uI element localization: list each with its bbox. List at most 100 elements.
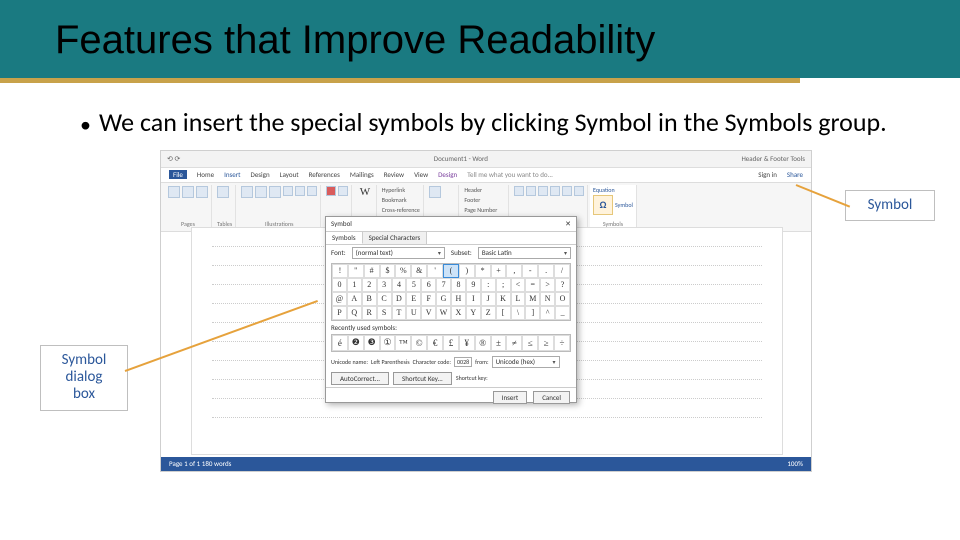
symbol-cell[interactable]: X [451,306,466,320]
symbol-cell[interactable]: R [362,306,377,320]
symbol-cell[interactable]: 2 [362,278,377,292]
online-pictures-icon[interactable] [255,186,267,198]
shapes-icon[interactable] [269,186,281,198]
symbol-cell[interactable]: 8 [451,278,466,292]
drop-cap-icon[interactable] [550,186,560,196]
symbol-cell[interactable]: 0 [332,278,347,292]
tab-hf-design[interactable]: Design [438,170,457,179]
tab-symbols-panel[interactable]: Symbols [326,232,363,244]
symbol-cell[interactable]: [ [496,306,511,320]
screenshot-icon[interactable] [307,186,317,196]
symbol-cell[interactable]: S [377,306,392,320]
symbol-cell[interactable]: H [451,292,466,306]
cancel-button[interactable]: Cancel [533,391,570,404]
symbol-cell[interactable]: < [511,278,526,292]
recent-symbol-cell[interactable]: ® [475,335,491,351]
recent-symbol-cell[interactable]: © [411,335,427,351]
status-zoom[interactable]: 100% [787,459,803,468]
symbol-cell[interactable]: % [395,264,411,278]
tab-home[interactable]: Home [197,170,214,179]
tell-me-search[interactable]: Tell me what you want to do... [467,170,748,179]
symbol-cell[interactable]: M [525,292,540,306]
symbol-cell[interactable]: D [392,292,407,306]
char-code-value[interactable]: 0028 [454,357,472,367]
symbol-cell[interactable]: N [540,292,555,306]
symbol-button-label[interactable]: Symbol [615,201,633,209]
tab-references[interactable]: References [309,170,340,179]
recent-symbol-cell[interactable]: £ [443,335,459,351]
symbol-cell[interactable]: / [554,264,570,278]
symbol-cell[interactable]: > [540,278,555,292]
symbol-cell[interactable]: 9 [466,278,481,292]
symbol-cell[interactable]: _ [555,306,570,320]
symbol-cell[interactable]: 5 [406,278,421,292]
tab-special-characters[interactable]: Special Characters [363,232,428,244]
symbol-cell[interactable]: P [332,306,347,320]
symbol-cell[interactable]: J [481,292,496,306]
symbol-cell[interactable]: A [347,292,362,306]
tab-insert[interactable]: Insert [224,170,240,179]
recent-symbol-cell[interactable]: ± [491,335,507,351]
tab-file[interactable]: File [169,170,187,179]
symbol-cell[interactable]: & [411,264,427,278]
header-button[interactable]: Header [464,186,505,194]
symbol-cell[interactable]: ) [459,264,475,278]
symbol-cell[interactable]: U [406,306,421,320]
autocorrect-button[interactable]: AutoCorrect... [331,372,389,385]
page-number-button[interactable]: Page Number [464,206,505,214]
symbol-cell[interactable]: I [466,292,481,306]
comment-icon[interactable] [429,186,441,198]
symbol-cell[interactable]: * [475,264,491,278]
recent-symbol-cell[interactable]: ¥ [459,335,475,351]
symbol-cell[interactable]: 7 [436,278,451,292]
symbol-cell[interactable]: . [538,264,554,278]
store-icon[interactable] [326,186,336,196]
smartart-icon[interactable] [283,186,293,196]
my-addins-icon[interactable] [338,186,348,196]
close-icon[interactable]: ✕ [565,219,571,228]
table-icon[interactable] [217,186,229,198]
symbol-cell[interactable]: ^ [540,306,555,320]
recent-symbol-cell[interactable]: ❷ [348,335,364,351]
tab-layout[interactable]: Layout [280,170,299,179]
symbol-button[interactable]: Ω [593,195,613,215]
symbol-cell[interactable]: + [491,264,507,278]
symbol-cell[interactable]: F [421,292,436,306]
wikipedia-icon[interactable]: W [357,186,373,198]
bookmark-button[interactable]: Bookmark [382,196,420,204]
recent-symbol-cell[interactable]: ≠ [506,335,522,351]
cross-reference-button[interactable]: Cross-reference [382,206,420,214]
tab-review[interactable]: Review [384,170,404,179]
symbol-cell[interactable]: $ [380,264,396,278]
hyperlink-button[interactable]: Hyperlink [382,186,420,194]
symbol-cell[interactable]: @ [332,292,347,306]
symbol-cell[interactable]: \ [511,306,526,320]
symbol-cell[interactable]: V [421,306,436,320]
share-button[interactable]: Share [787,170,803,179]
symbol-cell[interactable]: 1 [347,278,362,292]
font-select[interactable]: (normal text) ▾ [352,247,445,259]
symbol-cell[interactable]: 6 [421,278,436,292]
page-break-icon[interactable] [196,186,208,198]
pictures-icon[interactable] [241,186,253,198]
symbol-cell[interactable]: ( [443,264,459,278]
symbol-cell[interactable]: O [555,292,570,306]
recent-symbol-cell[interactable]: € [427,335,443,351]
symbol-cell[interactable]: - [522,264,538,278]
symbol-cell[interactable]: Z [481,306,496,320]
symbol-cell[interactable]: ? [555,278,570,292]
symbol-cell[interactable]: , [506,264,522,278]
quick-parts-icon[interactable] [526,186,536,196]
symbol-cell[interactable]: 4 [392,278,407,292]
recent-symbol-cell[interactable]: ÷ [554,335,570,351]
chart-icon[interactable] [295,186,305,196]
symbol-cell[interactable]: B [362,292,377,306]
recent-symbol-cell[interactable]: é [332,335,348,351]
tab-design[interactable]: Design [251,170,270,179]
subset-select[interactable]: Basic Latin ▾ [478,247,571,259]
recent-symbol-cell[interactable]: ① [380,335,396,351]
recent-symbol-cell[interactable]: ❸ [364,335,380,351]
symbol-cell[interactable]: ] [525,306,540,320]
recent-symbol-cell[interactable]: ≤ [522,335,538,351]
symbol-cell[interactable]: ; [496,278,511,292]
